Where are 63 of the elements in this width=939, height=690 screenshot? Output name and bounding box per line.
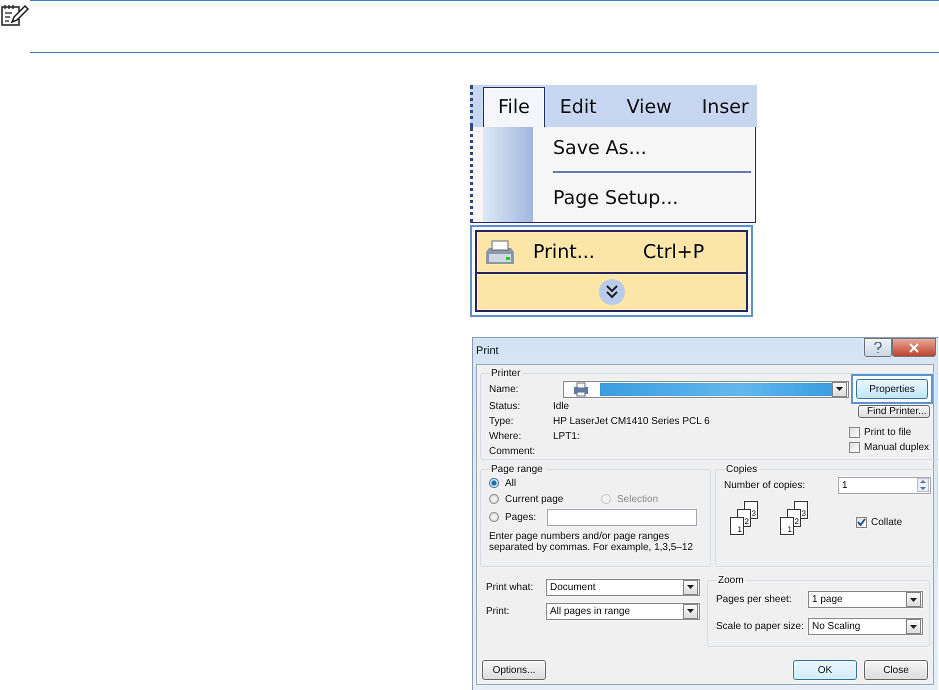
- group-label: Copies: [726, 464, 758, 475]
- help-icon: [873, 342, 883, 354]
- window-title: Print: [476, 345, 500, 357]
- close-button[interactable]: [892, 338, 936, 357]
- note-icon: [0, 2, 30, 28]
- printer-name-dropdown[interactable]: [563, 380, 849, 398]
- hint-text: Enter page numbers and/or page ranges separated by commas. For example, 1,3,5–12: [489, 531, 694, 553]
- radio-option[interactable]: All: [489, 476, 516, 490]
- menu-item[interactable]: Print... Ctrl+P: [475, 230, 748, 274]
- printer-icon: [483, 238, 517, 266]
- group-label: Zoom: [718, 575, 744, 586]
- print-what-dropdown[interactable]: Document: [546, 578, 700, 596]
- copies-spin-field[interactable]: 1: [838, 476, 931, 494]
- menu-bar-item[interactable]: Edit: [544, 87, 612, 127]
- pages-input-field[interactable]: [547, 508, 697, 526]
- menu-item[interactable]: Save As...: [553, 127, 755, 167]
- options-button[interactable]: Options...: [482, 660, 546, 680]
- checkbox[interactable]: Collate: [856, 514, 902, 530]
- pages-per-sheet-dropdown[interactable]: 1 page: [808, 591, 923, 608]
- help-button[interactable]: [864, 338, 892, 357]
- ok-button[interactable]: OK: [793, 660, 857, 680]
- radio-option[interactable]: Current page: [489, 492, 601, 506]
- field-label: Print:: [486, 606, 510, 616]
- radio-option[interactable]: Pages:: [489, 510, 547, 524]
- shortcut-text: Ctrl+P: [643, 241, 704, 263]
- menu-bar-item[interactable]: View: [612, 87, 687, 127]
- field-label: Type:: [489, 416, 514, 427]
- expand-chevron-icon[interactable]: [598, 278, 626, 306]
- menu-bar-item[interactable]: Inser: [686, 87, 764, 127]
- check-icon: [857, 518, 866, 526]
- dropdown-arrow-icon[interactable]: [910, 624, 917, 628]
- field-label: Where:: [489, 431, 522, 442]
- field-label: Name:: [489, 384, 520, 394]
- dropdown-arrow-icon[interactable]: [687, 609, 694, 613]
- collate-stack-drawing: 3 2 1: [730, 501, 768, 543]
- close-icon: [909, 342, 919, 352]
- menu-item[interactable]: Page Setup...: [553, 177, 755, 217]
- field-value: LPT1:: [553, 431, 580, 442]
- field-value: HP LaserJet CM1410 Series PCL 6: [553, 416, 710, 427]
- field-value: Idle: [553, 401, 570, 412]
- find-printer-button[interactable]: Find Printer...: [858, 405, 930, 418]
- printer-icon: [572, 382, 590, 396]
- print-dropdown[interactable]: All pages in range: [546, 602, 700, 620]
- properties-button[interactable]: Properties: [856, 379, 928, 399]
- field-label: Pages per sheet:: [716, 594, 793, 605]
- field-label: Number of copies:: [724, 480, 806, 490]
- field-label: Print what:: [486, 582, 534, 592]
- checkbox[interactable]: Manual duplex: [849, 440, 930, 455]
- menu-item-label: Print...: [533, 241, 596, 263]
- collate-stack-drawing: 3 2 1: [780, 501, 818, 543]
- close-button[interactable]: Close: [864, 660, 928, 680]
- field-label: Comment:: [489, 446, 536, 457]
- dropdown-arrow-icon[interactable]: [687, 585, 694, 589]
- field-label: Status:: [489, 401, 522, 412]
- checkbox[interactable]: Print to file: [849, 425, 930, 440]
- group-label: Printer: [491, 368, 520, 379]
- dropdown-arrow-icon[interactable]: [910, 598, 917, 602]
- spinner-arrows-icon[interactable]: [917, 478, 929, 492]
- group-label: Page range: [491, 464, 543, 475]
- menu-bar-item[interactable]: File: [483, 87, 545, 127]
- scale-dropdown[interactable]: No Scaling: [808, 618, 923, 635]
- dropdown-arrow-icon[interactable]: [836, 387, 843, 391]
- field-label: Scale to paper size:: [716, 621, 805, 632]
